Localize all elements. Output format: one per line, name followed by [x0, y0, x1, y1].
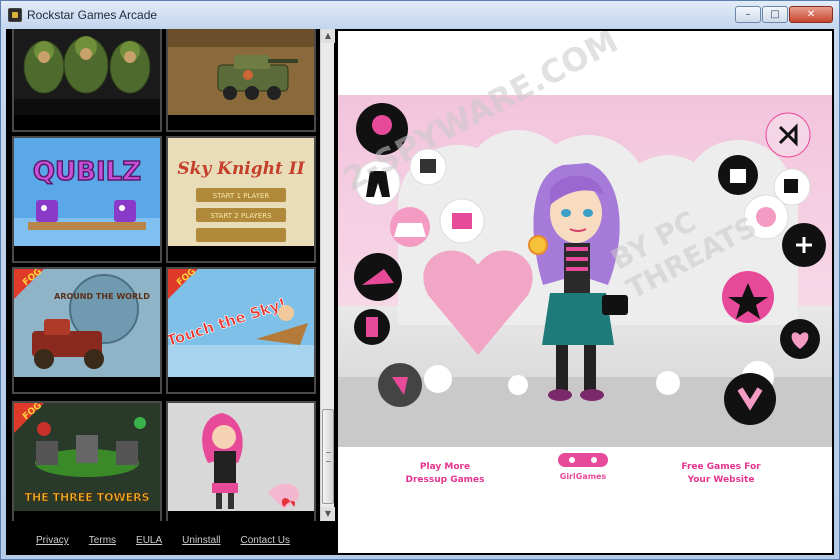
game-title-text: THE THREE TOWERS — [25, 491, 150, 504]
free-games-for-website-link[interactable]: Free Games For Your Website — [666, 461, 776, 487]
contact-us-link[interactable]: Contact Us — [241, 535, 290, 555]
maximize-button[interactable]: □ — [762, 6, 788, 23]
terms-link[interactable]: Terms — [89, 535, 116, 555]
app-icon — [8, 8, 22, 22]
game-thumbnail — [168, 403, 314, 511]
promo-line: Free Games For — [681, 462, 761, 472]
tile-caption-bar — [14, 377, 160, 392]
scroll-up-arrow-icon[interactable]: ▲ — [321, 29, 335, 43]
game-tile-sky-knight[interactable]: Sky Knight II START 1 PLAYER START 2 PLA… — [166, 136, 316, 263]
game-tile-dress-up-girl[interactable] — [166, 401, 316, 521]
dressup-scene — [338, 103, 832, 447]
tile-caption-bar — [168, 246, 314, 261]
privacy-link[interactable]: Privacy — [36, 535, 69, 555]
app-window: Rockstar Games Arcade – □ ✕ QUBILZ Sky K… — [0, 0, 840, 560]
game-thumbnail — [14, 29, 160, 115]
window-title: Rockstar Games Arcade — [27, 8, 158, 22]
tile-caption-bar — [168, 115, 314, 130]
dressup-game-stage[interactable] — [338, 95, 832, 447]
game-title-text: QUBILZ — [33, 157, 141, 187]
tile-caption-bar — [14, 511, 160, 521]
promo-line: Play More — [419, 462, 471, 472]
game-sidebar: QUBILZ Sky Knight II START 1 PLAYER STAR… — [6, 29, 335, 555]
game-tile-touch-the-sky[interactable]: FOG Touch the Sky! — [166, 267, 316, 394]
menu-button-text: START 1 PLAYER — [213, 192, 270, 200]
game-tile-around-the-world[interactable]: FOG AROUND THE WORLD — [12, 267, 162, 394]
tile-caption-bar — [168, 377, 314, 392]
game-thumbnail: FOG Touch the Sky! — [168, 269, 314, 377]
scroll-down-arrow-icon[interactable]: ▼ — [321, 507, 335, 521]
title-bar[interactable]: Rockstar Games Arcade – □ ✕ — [1, 1, 839, 29]
more-dressup-games-link[interactable]: Play More Dressup Games — [390, 461, 500, 487]
game-tile-tank-battle[interactable] — [166, 29, 316, 132]
menu-button-text: START 2 PLAYERS — [210, 212, 272, 220]
logo-text: GirlGames — [560, 472, 607, 481]
game-grid: QUBILZ Sky Knight II START 1 PLAYER STAR… — [12, 29, 318, 521]
game-title-text: Sky Knight II — [177, 159, 305, 179]
girlgames-logo[interactable]: GirlGames — [550, 453, 616, 481]
promo-links: Play More Dressup Games GirlGames Free G… — [338, 453, 832, 493]
game-thumbnail: QUBILZ — [14, 138, 160, 246]
tile-caption-bar — [168, 511, 314, 521]
sidebar-scrollbar[interactable]: ▲ ▼ — [320, 29, 335, 521]
game-title-text: AROUND THE WORLD — [54, 292, 150, 301]
eula-link[interactable]: EULA — [136, 535, 162, 555]
minimize-button[interactable]: – — [735, 6, 761, 23]
footer-links: Privacy Terms EULA Uninstall Contact Us — [6, 535, 320, 555]
promo-line: Dressup Games — [405, 475, 485, 485]
game-thumbnail: FOG AROUND THE WORLD — [14, 269, 160, 377]
game-thumbnail: FOG THE THREE TOWERS — [14, 403, 160, 511]
game-tile-army-soldiers[interactable] — [12, 29, 162, 132]
game-thumbnail: Sky Knight II START 1 PLAYER START 2 PLA… — [168, 138, 314, 246]
promo-line: Your Website — [687, 475, 755, 485]
scroll-thumb[interactable] — [322, 409, 334, 504]
game-content-area[interactable]: Play More Dressup Games GirlGames Free G… — [338, 31, 832, 553]
game-tile-three-towers[interactable]: FOG THE THREE TOWERS — [12, 401, 162, 521]
tile-caption-bar — [14, 246, 160, 261]
game-tile-qubilz[interactable]: QUBILZ — [12, 136, 162, 263]
client-area: QUBILZ Sky Knight II START 1 PLAYER STAR… — [6, 29, 834, 555]
close-button[interactable]: ✕ — [789, 6, 833, 23]
girlgames-logo-icon: GirlGames — [558, 453, 608, 481]
game-thumbnail — [168, 29, 314, 115]
uninstall-link[interactable]: Uninstall — [182, 535, 220, 555]
tile-caption-bar — [14, 115, 160, 130]
